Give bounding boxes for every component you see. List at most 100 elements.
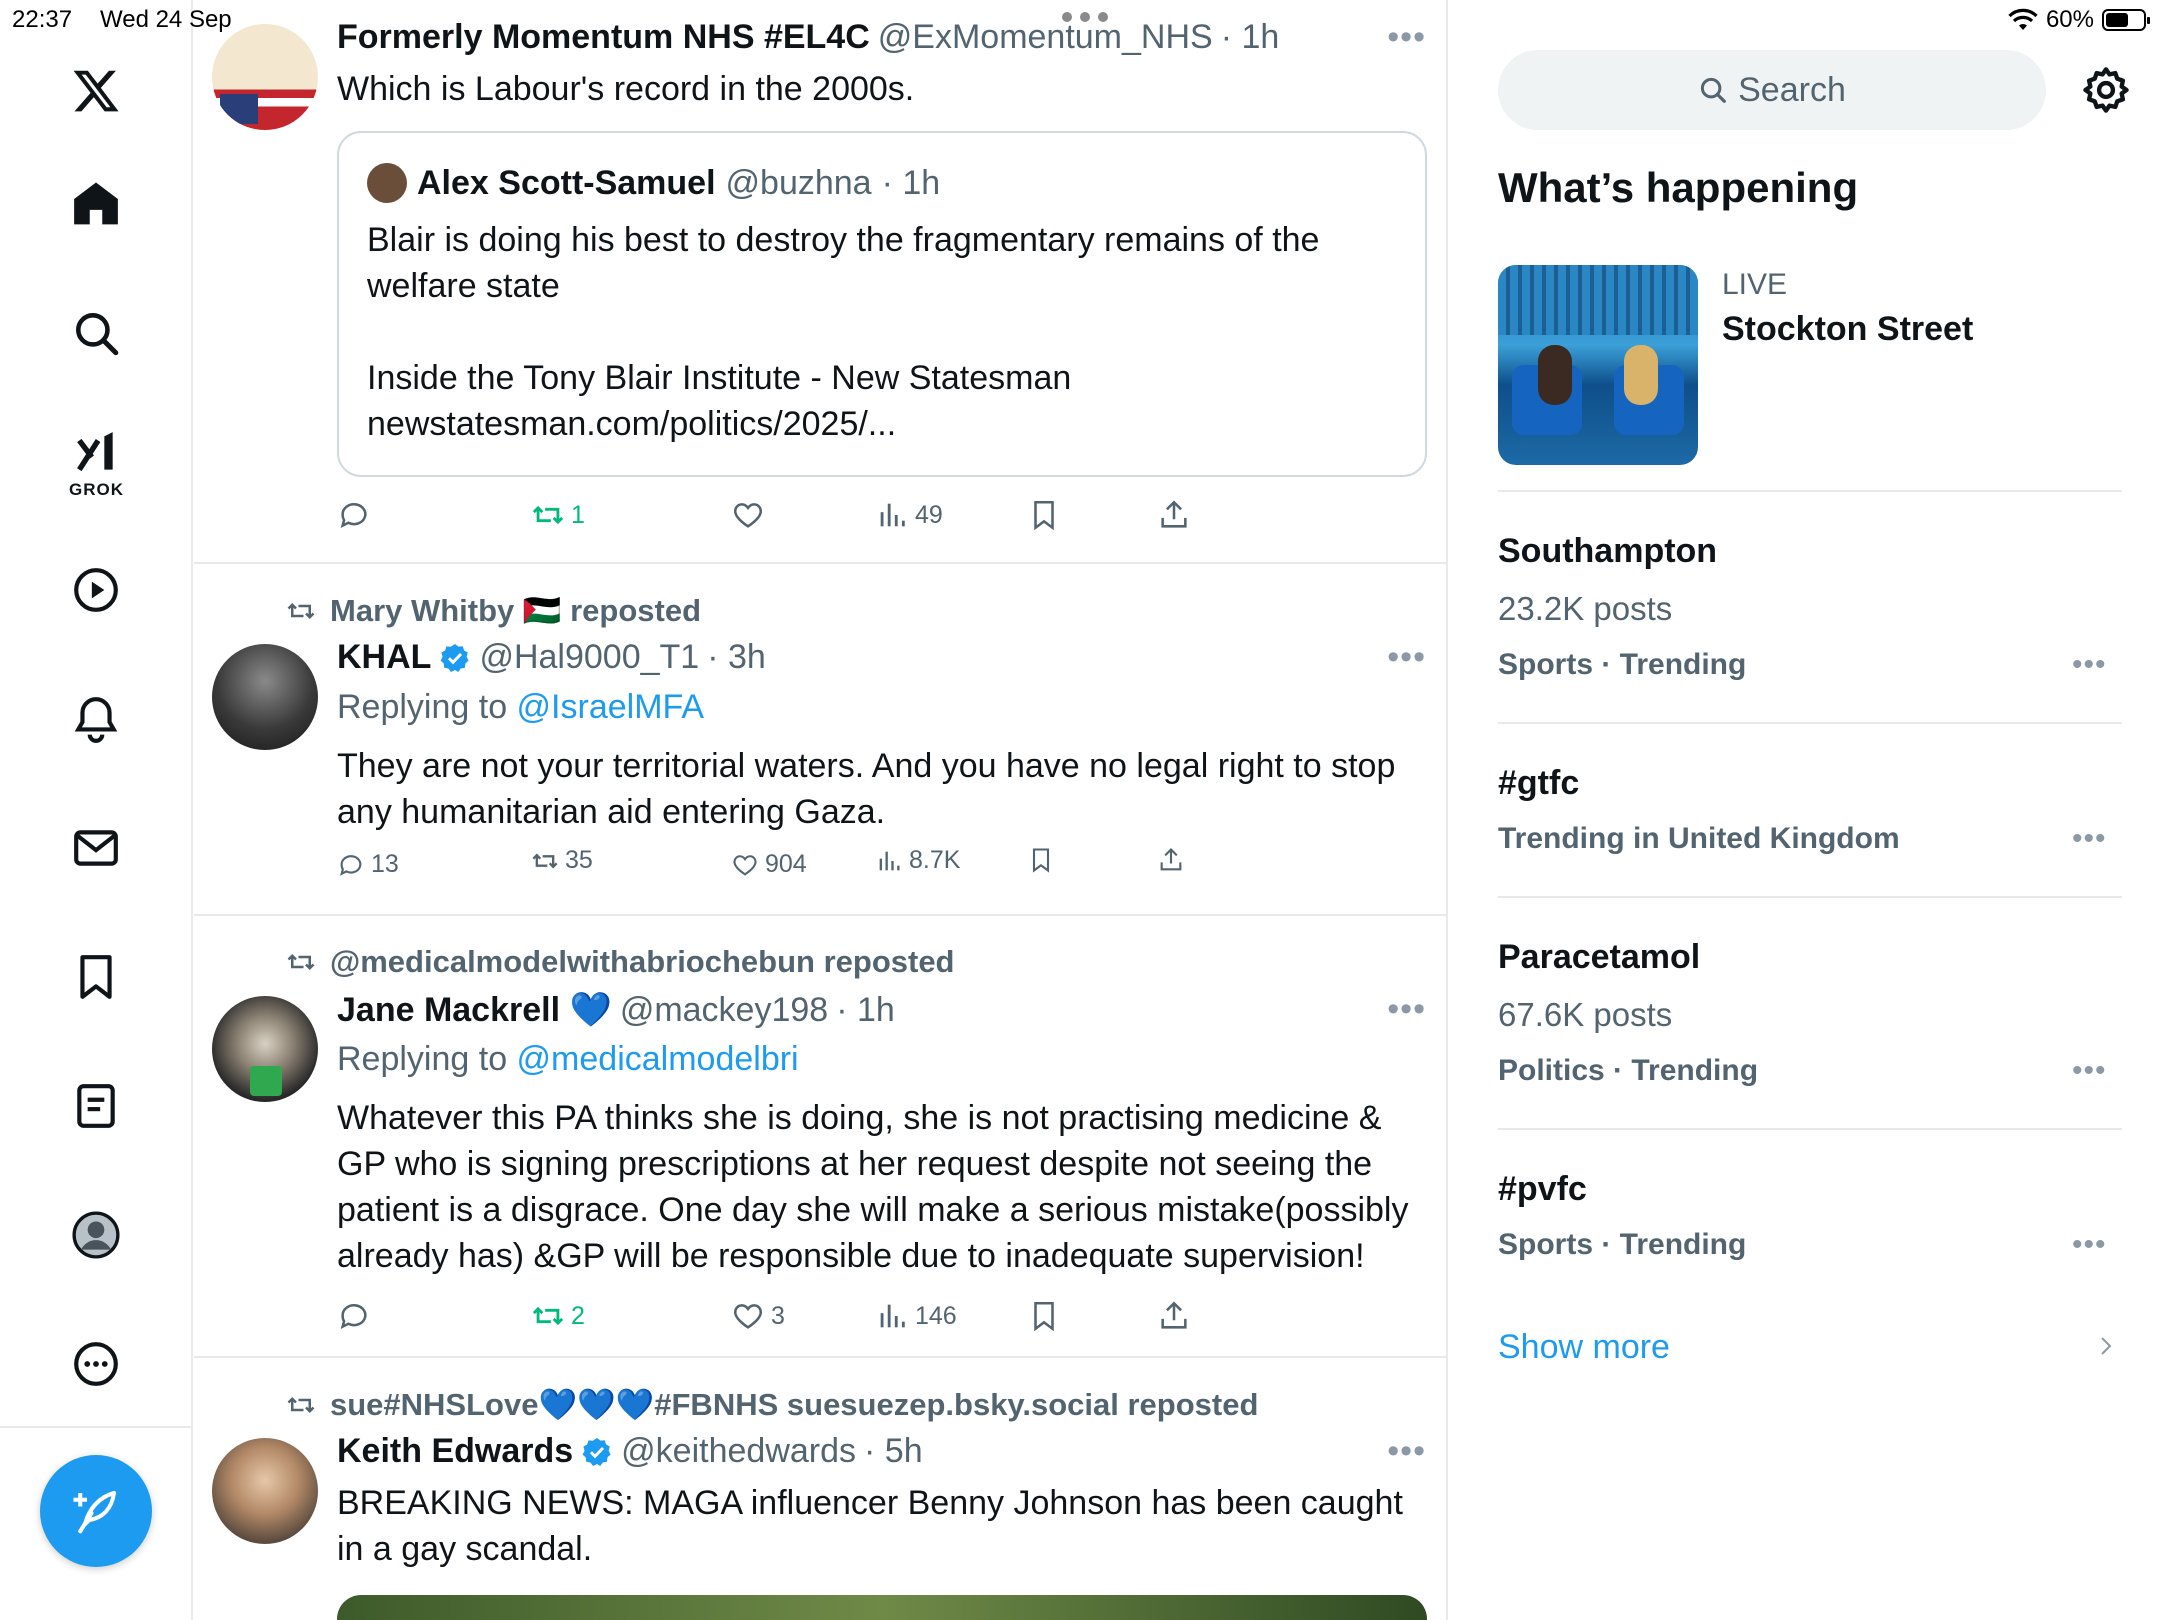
post-more-button[interactable]: ••• — [1387, 638, 1426, 677]
like-button[interactable]: 904 — [731, 850, 807, 879]
chevron-right-icon[interactable] — [2094, 1334, 2118, 1358]
explore-search-icon[interactable] — [65, 302, 127, 364]
trend-post-count: 23.2K posts — [1498, 590, 1673, 627]
author-name[interactable]: KHAL — [337, 638, 431, 677]
trend-more-button[interactable]: ••• — [2072, 822, 2107, 856]
author-handle[interactable]: @Hal9000_T1 — [479, 638, 699, 677]
video-play-icon[interactable] — [65, 559, 127, 621]
share-icon — [1160, 848, 1182, 871]
show-more-link[interactable]: Show more — [1498, 1328, 1670, 1367]
repost-button[interactable]: 35 — [531, 846, 593, 875]
home-icon[interactable] — [65, 173, 127, 235]
profile-avatar-icon[interactable] — [65, 1204, 127, 1266]
replying-to-mention[interactable]: @medicalmodelbri — [517, 1040, 799, 1078]
post-more-button[interactable]: ••• — [1387, 990, 1426, 1029]
trend-title[interactable]: Paracetamol — [1498, 938, 1700, 977]
views-button[interactable]: 49 — [875, 498, 943, 532]
replying-to-mention[interactable]: @IsraelMFA — [517, 688, 705, 726]
battery-icon — [2102, 9, 2150, 31]
post-text: Which is Labour's record in the 2000s. — [337, 70, 915, 108]
post[interactable]: sue#NHSLove💙💙💙#FBNHS suesuezep.bsky.soci… — [194, 1358, 1446, 1620]
post[interactable]: Mary Whitby 🇵🇸 reposted KHAL @Hal9000_T1… — [194, 564, 1446, 916]
bookmark-button[interactable] — [1027, 846, 1055, 874]
search-input[interactable]: Search — [1498, 50, 2046, 130]
quoted-post[interactable]: Alex Scott-Samuel @buzhna · 1h Blair is … — [337, 131, 1427, 477]
share-icon — [1161, 500, 1187, 528]
trend-more-button[interactable]: ••• — [2072, 648, 2107, 682]
repost-button[interactable]: 1 — [531, 498, 585, 532]
share-button[interactable] — [1157, 846, 1185, 874]
repost-icon — [532, 505, 564, 525]
author-name[interactable]: Keith Edwards — [337, 1432, 573, 1471]
trend-category: Sports · Trending — [1498, 648, 1747, 681]
share-icon — [1161, 1301, 1187, 1329]
lists-icon[interactable] — [65, 1075, 127, 1137]
nav-divider — [0, 1426, 193, 1428]
repost-button[interactable]: 2 — [531, 1299, 585, 1333]
post[interactable]: @medicalmodelwithabriochebun reposted Ja… — [194, 916, 1446, 1358]
post-actions: 13 35 904 8.7K — [337, 846, 1337, 894]
reposted-by-text[interactable]: Mary Whitby 🇵🇸 reposted — [330, 592, 701, 629]
views-count: 146 — [915, 1301, 957, 1330]
bookmark-button[interactable] — [1027, 1299, 1061, 1333]
status-bar: 22:37 Wed 24 Sep 60% — [0, 0, 2160, 40]
trend-title[interactable]: #gtfc — [1498, 764, 1579, 803]
author-avatar[interactable] — [212, 644, 318, 750]
reply-icon — [340, 854, 362, 876]
bookmarks-icon[interactable] — [65, 946, 127, 1008]
reply-icon — [340, 503, 367, 529]
battery-fill — [2106, 13, 2128, 27]
trend-more-button[interactable]: ••• — [2072, 1054, 2107, 1088]
views-button[interactable]: 8.7K — [875, 846, 960, 875]
quote-text: Blair is doing his best to destroy the f… — [367, 217, 1387, 447]
divider — [1498, 1128, 2122, 1130]
author-avatar[interactable] — [212, 996, 318, 1102]
x-logo-icon[interactable] — [65, 60, 127, 122]
post-actions: 2 3 146 — [337, 1299, 1337, 1343]
notifications-bell-icon[interactable] — [65, 688, 127, 750]
reposted-by-text[interactable]: sue#NHSLove💙💙💙#FBNHS suesuezep.bsky.soci… — [330, 1386, 1258, 1423]
live-event-title[interactable]: Stockton Street — [1722, 310, 1973, 349]
reposted-by-text[interactable]: @medicalmodelwithabriochebun reposted — [330, 944, 955, 980]
bookmark-button[interactable] — [1027, 498, 1061, 532]
reply-button[interactable] — [337, 498, 371, 532]
compose-post-button[interactable] — [40, 1455, 152, 1567]
author-avatar[interactable] — [212, 1438, 318, 1544]
views-button[interactable]: 146 — [875, 1299, 957, 1333]
live-event-thumbnail[interactable] — [1498, 265, 1698, 465]
settings-gear-icon[interactable] — [2080, 64, 2132, 116]
reply-button[interactable] — [337, 1299, 371, 1333]
heart-icon — [733, 503, 763, 528]
heart-icon — [733, 1304, 763, 1329]
verified-badge-icon — [441, 643, 470, 672]
grok-icon[interactable] — [65, 422, 127, 484]
post-more-button[interactable]: ••• — [1387, 1432, 1426, 1471]
more-options-icon[interactable] — [65, 1333, 127, 1395]
trend-category: Sports · Trending — [1498, 1228, 1747, 1261]
author-handle[interactable]: @keithedwards — [621, 1432, 856, 1471]
post[interactable]: Formerly Momentum NHS #EL4C @ExMomentum_… — [194, 0, 1446, 564]
whats-happening-heading: What’s happening — [1498, 164, 1859, 211]
trend-title[interactable]: Southampton — [1498, 532, 1717, 571]
reply-icon — [340, 1304, 367, 1330]
divider — [1498, 722, 2122, 724]
like-button[interactable] — [731, 498, 765, 532]
like-button[interactable]: 3 — [731, 1299, 785, 1333]
author-line: Keith Edwards @keithedwards · 5h — [337, 1432, 923, 1471]
author-name[interactable]: Jane Mackrell 💙 — [337, 990, 612, 1030]
battery-percent: 60% — [2045, 6, 2094, 33]
messages-envelope-icon[interactable] — [65, 817, 127, 879]
trend-more-button[interactable]: ••• — [2072, 1228, 2107, 1262]
post-media-image[interactable] — [337, 1595, 1427, 1620]
quote-author-handle: @buzhna — [725, 163, 872, 202]
bookmark-icon — [1032, 848, 1050, 873]
left-nav: GROK — [0, 0, 193, 1620]
trend-title[interactable]: #pvfc — [1498, 1170, 1587, 1209]
share-button[interactable] — [1157, 1299, 1191, 1333]
post-time: · 1h — [836, 990, 895, 1029]
views-count: 8.7K — [909, 846, 961, 874]
reply-button[interactable]: 13 — [337, 850, 399, 879]
author-handle[interactable]: @mackey198 — [620, 991, 828, 1030]
share-button[interactable] — [1157, 498, 1191, 532]
status-date: Wed 24 Sep — [100, 6, 232, 33]
